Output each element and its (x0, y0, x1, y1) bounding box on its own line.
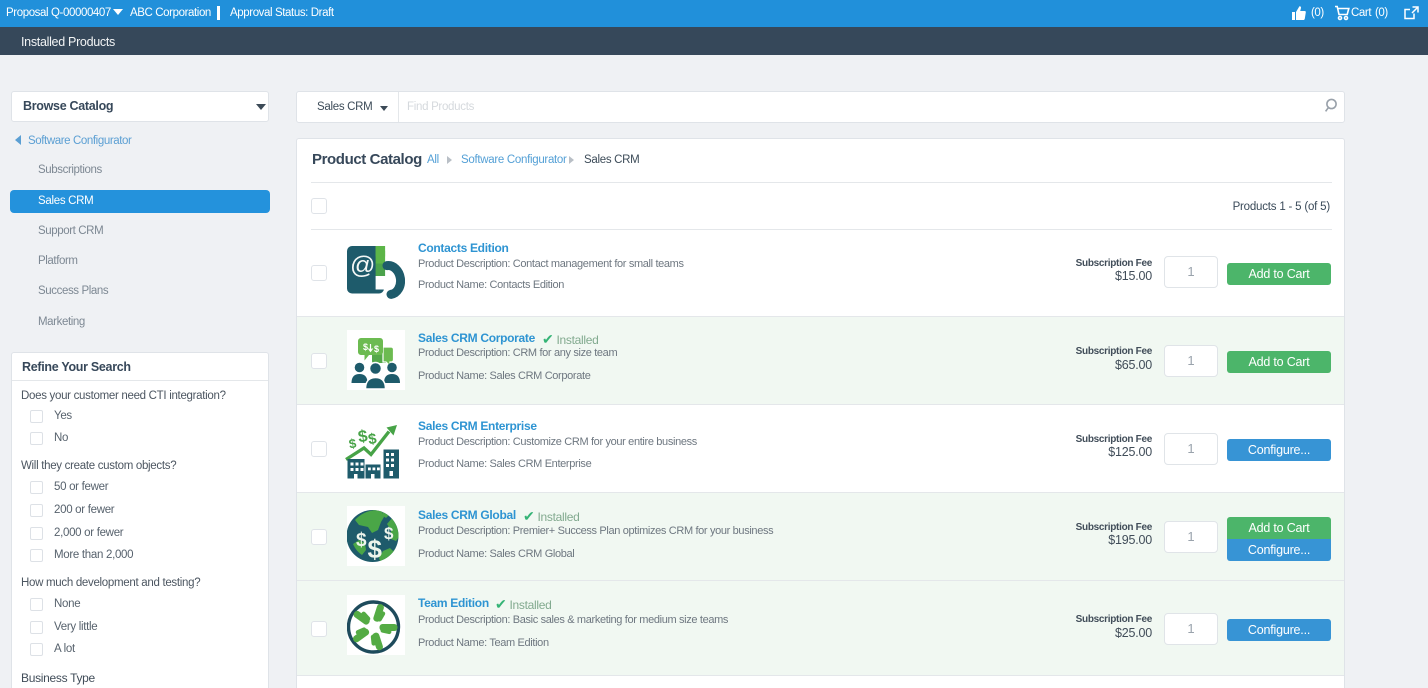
svg-text:$: $ (374, 344, 379, 354)
svg-text:@: @ (350, 252, 375, 280)
svg-text:$: $ (356, 530, 367, 551)
svg-text:$: $ (363, 342, 368, 352)
svg-text:$: $ (384, 524, 394, 543)
svg-text:$: $ (348, 435, 358, 451)
svg-text:$: $ (368, 534, 383, 564)
